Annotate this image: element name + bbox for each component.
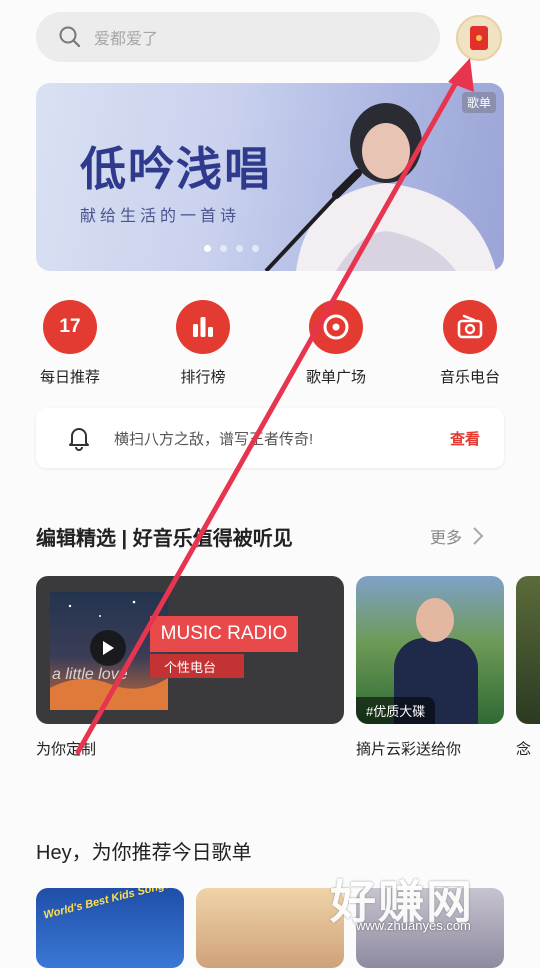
calendar-17-icon: 17 xyxy=(43,300,97,354)
radio-icon xyxy=(443,300,497,354)
section-title: 编辑精选 | 好音乐值得被听见 xyxy=(36,528,293,550)
banner-pagination[interactable] xyxy=(204,245,259,252)
pagination-dot[interactable] xyxy=(220,245,227,252)
pagination-dot[interactable] xyxy=(204,245,211,252)
chart-bars-icon xyxy=(176,300,230,354)
search-icon xyxy=(59,26,81,48)
card-caption: 摘片云彩送给你 xyxy=(356,741,462,758)
radio-card[interactable]: a little love MUSIC RADIO 个性电台 xyxy=(36,576,344,724)
disc-icon xyxy=(309,300,363,354)
bell-icon xyxy=(69,428,89,451)
quick-nav-radio[interactable]: 音乐电台 xyxy=(420,300,520,387)
chevron-right-icon xyxy=(473,527,484,545)
playlist-card[interactable]: World's Best Kids Songs xyxy=(36,888,184,968)
partial-card[interactable] xyxy=(516,576,540,724)
notice-view-button[interactable]: 查看 xyxy=(450,428,480,449)
quick-nav-daily[interactable]: 17 每日推荐 xyxy=(20,300,120,387)
quick-nav-label: 排行榜 xyxy=(180,369,226,386)
more-label: 更多 xyxy=(430,530,463,547)
notice-text: 横扫八方之敌，谱写王者传奇! xyxy=(114,430,314,448)
banner-title: 低吟浅唱 xyxy=(80,143,272,195)
search-placeholder: 爱都爱了 xyxy=(94,31,159,48)
playlist-section-title: Hey，为你推荐今日歌单 xyxy=(36,842,252,864)
red-packet-icon xyxy=(470,26,488,50)
cover-overlay-text: a little love xyxy=(52,666,128,683)
search-bar[interactable]: 爱都爱了 xyxy=(36,12,440,62)
quick-nav-playlists[interactable]: 歌单广场 xyxy=(286,300,386,387)
promo-banner[interactable]: 低吟浅唱 献给生活的一首诗 歌单 xyxy=(36,83,504,271)
card-caption: 念 xyxy=(516,741,532,758)
personal-radio-tag: 个性电台 xyxy=(150,654,244,678)
quality-album-badge: #优质大碟 xyxy=(356,697,436,724)
album-card[interactable]: #优质大碟 xyxy=(356,576,504,724)
watermark-url: www.zhuanyes.com xyxy=(356,918,471,933)
singer-head-shape xyxy=(416,598,454,642)
card-caption: 为你定制 xyxy=(36,741,97,758)
play-button[interactable] xyxy=(90,630,126,666)
notice-bar[interactable]: 横扫八方之敌，谱写王者传奇! 查看 xyxy=(36,408,504,468)
playlist-card[interactable] xyxy=(196,888,344,968)
quick-nav-label: 歌单广场 xyxy=(305,369,366,386)
quick-nav-label: 每日推荐 xyxy=(39,369,100,386)
quick-nav-charts[interactable]: 排行榜 xyxy=(153,300,253,387)
cover-title-text: World's Best Kids Songs xyxy=(42,888,172,922)
banner-type-tag: 歌单 xyxy=(461,92,496,113)
pagination-dot[interactable] xyxy=(236,245,243,252)
play-icon xyxy=(103,641,114,655)
music-radio-tag: MUSIC RADIO xyxy=(150,616,298,652)
playlist-cover-image: World's Best Kids Songs xyxy=(36,888,184,968)
banner-subtitle: 献给生活的一首诗 xyxy=(80,208,241,225)
quick-nav-label: 音乐电台 xyxy=(439,369,500,386)
pagination-dot[interactable] xyxy=(252,245,259,252)
red-packet-button[interactable] xyxy=(456,15,502,61)
more-button[interactable]: 更多 xyxy=(430,524,484,548)
